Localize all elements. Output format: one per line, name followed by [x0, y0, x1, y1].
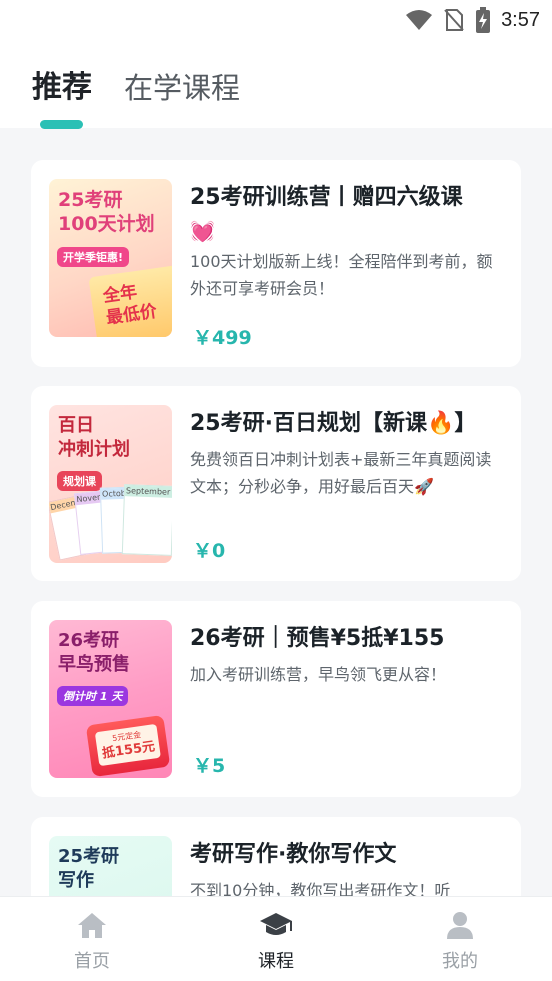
thumb-line: 26考研 [58, 630, 120, 651]
thumb-line: 100天计划 [58, 213, 155, 235]
thumb-badge: 全年 最低价 [88, 265, 172, 337]
course-thumbnail: 26考研 早鸟预售 倒计时 1 天 5元定金 抵155元 [49, 620, 172, 778]
course-card[interactable]: 25考研 写作 考研写作·教你写作文 不到10分钟，教你写出考研作文！听 [31, 817, 521, 896]
course-thumbnail: 百日 冲刺计划 规划课 Decem Novem Octob September [49, 405, 172, 563]
course-card[interactable]: 百日 冲刺计划 规划课 Decem Novem Octob September … [31, 386, 521, 581]
calendar-page: September [121, 484, 172, 556]
calendar-tab: September [124, 485, 172, 498]
no-sim-icon [444, 9, 464, 31]
course-content: 25考研训练营丨赠四六级课 💓 100天计划版新上线！全程陪伴到考前，额外还可享… [190, 182, 500, 302]
status-time: 3:57 [501, 8, 540, 31]
thumb-pill: 开学季钜惠! [57, 247, 130, 267]
battery-charging-icon [476, 7, 491, 33]
thumb-pill: 倒计时 1 天 [57, 686, 129, 706]
status-bar: 3:57 [0, 0, 552, 40]
nav-label: 课程 [258, 951, 294, 972]
tab-recommended[interactable]: 推荐 [32, 68, 92, 108]
course-card[interactable]: 26考研 早鸟预售 倒计时 1 天 5元定金 抵155元 26考研｜预售¥5抵¥… [31, 601, 521, 797]
home-icon [78, 913, 106, 938]
course-price: ￥499 [193, 327, 252, 349]
course-thumbnail: 25考研 写作 [49, 836, 172, 896]
thumb-line: 早鸟预售 [58, 654, 130, 675]
course-list[interactable]: 25考研 100天计划 开学季钜惠! 全年 最低价 25考研训练营丨赠四六级课 … [0, 128, 552, 896]
course-desc: 加入考研训练营，早鸟领飞更从容！ [190, 665, 447, 684]
course-title: 25考研·百日规划【新课🔥】 [190, 411, 477, 436]
tab-learning-courses[interactable]: 在学课程 [124, 68, 240, 108]
thumb-line: 25考研 [58, 846, 120, 867]
thumb-line: 冲刺计划 [58, 439, 130, 460]
course-desc: 免费领百日冲刺计划表+最新三年真题阅读文本；分秒必争，用好最后百天🚀 [190, 450, 492, 496]
course-price: ￥0 [193, 540, 226, 562]
nav-home[interactable]: 首页 [52, 911, 132, 973]
course-title: 考研写作·教你写作文 [190, 842, 397, 867]
thumb-line: 25考研 [58, 189, 123, 211]
bottom-nav: 首页 课程 我的 [0, 896, 552, 981]
course-desc: 不到10分钟，教你写出考研作文！听 [190, 881, 451, 896]
course-card[interactable]: 25考研 100天计划 开学季钜惠! 全年 最低价 25考研训练营丨赠四六级课 … [31, 160, 521, 367]
course-desc: 100天计划版新上线！全程陪伴到考前，额外还可享考研会员！ [190, 252, 493, 298]
graduation-cap-icon [260, 913, 292, 935]
course-price: ￥5 [193, 755, 226, 777]
header: 推荐 在学课程 [0, 40, 552, 129]
course-content: 26考研｜预售¥5抵¥155 加入考研训练营，早鸟领飞更从容！ [190, 623, 500, 688]
thumb-line: 写作 [58, 870, 94, 891]
nav-label: 我的 [442, 951, 478, 972]
wifi-icon [406, 10, 433, 30]
nav-label: 首页 [74, 951, 110, 972]
course-content: 考研写作·教你写作文 不到10分钟，教你写出考研作文！听 [190, 839, 500, 896]
course-thumbnail: 25考研 100天计划 开学季钜惠! 全年 最低价 [49, 179, 172, 337]
person-icon [447, 912, 473, 939]
thumb-pill: 规划课 [57, 471, 102, 491]
coupon-inner: 5元定金 抵155元 [94, 723, 161, 767]
nav-courses[interactable]: 课程 [236, 911, 316, 973]
course-content: 25考研·百日规划【新课🔥】 免费领百日冲刺计划表+最新三年真题阅读文本；分秒必… [190, 408, 500, 500]
thumb-line: 百日 [58, 415, 94, 436]
nav-me[interactable]: 我的 [420, 911, 500, 973]
heart-emoji: 💓 [190, 219, 215, 243]
course-title: 25考研训练营丨赠四六级课 [190, 185, 463, 210]
thumb-coupon: 5元定金 抵155元 [85, 714, 171, 778]
course-title: 26考研｜预售¥5抵¥155 [190, 626, 445, 651]
